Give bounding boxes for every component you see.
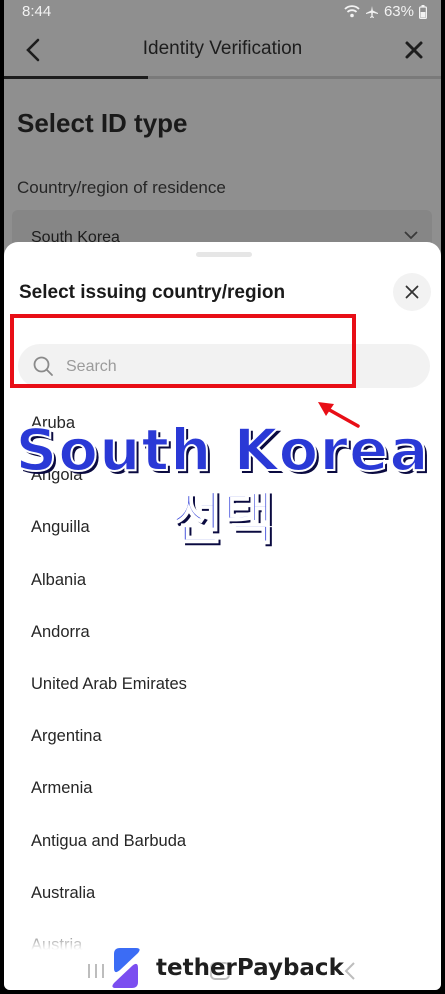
- country-list-item[interactable]: Albania: [4, 554, 441, 606]
- battery-level: 63%: [383, 3, 414, 20]
- close-icon[interactable]: [403, 36, 425, 64]
- search-highlight-box: [10, 314, 356, 388]
- battery-icon: [419, 4, 427, 19]
- country-list-item[interactable]: Antigua and Barbuda: [4, 815, 441, 867]
- recents-icon[interactable]: [86, 962, 106, 980]
- header-title: Identity Verification: [142, 38, 303, 59]
- country-list-item[interactable]: Australia: [4, 867, 441, 919]
- status-time: 8:44: [22, 3, 52, 20]
- drag-handle[interactable]: [196, 252, 252, 257]
- sheet-close-button[interactable]: [393, 273, 431, 311]
- wifi-icon: [344, 5, 360, 18]
- close-icon: [405, 285, 419, 299]
- app-header: Identity Verification: [4, 24, 441, 78]
- status-bar: 8:44 63%: [4, 0, 441, 24]
- airplane-icon: [365, 5, 378, 18]
- country-list-item[interactable]: Armenia: [4, 762, 441, 814]
- sheet-title: Select issuing country/region: [19, 282, 286, 303]
- country-list-item[interactable]: Argentina: [4, 710, 441, 762]
- progress-bar: [4, 76, 441, 79]
- watermark-text: tetherPayback: [156, 955, 344, 981]
- status-icons: 63%: [344, 3, 427, 20]
- country-list-item[interactable]: United Arab Emirates: [4, 658, 441, 710]
- country-list-item[interactable]: Andorra: [4, 606, 441, 658]
- nav-back-icon[interactable]: [342, 961, 358, 981]
- progress-fill: [4, 76, 149, 79]
- tetherpayback-logo-icon: [112, 948, 140, 988]
- page-title: Select ID type: [17, 108, 188, 138]
- chevron-down-icon: [404, 231, 418, 240]
- caption-line2: 선택: [170, 486, 275, 553]
- watermark: tetherPayback: [106, 942, 344, 994]
- country-field-label: Country/region of residence: [17, 178, 226, 197]
